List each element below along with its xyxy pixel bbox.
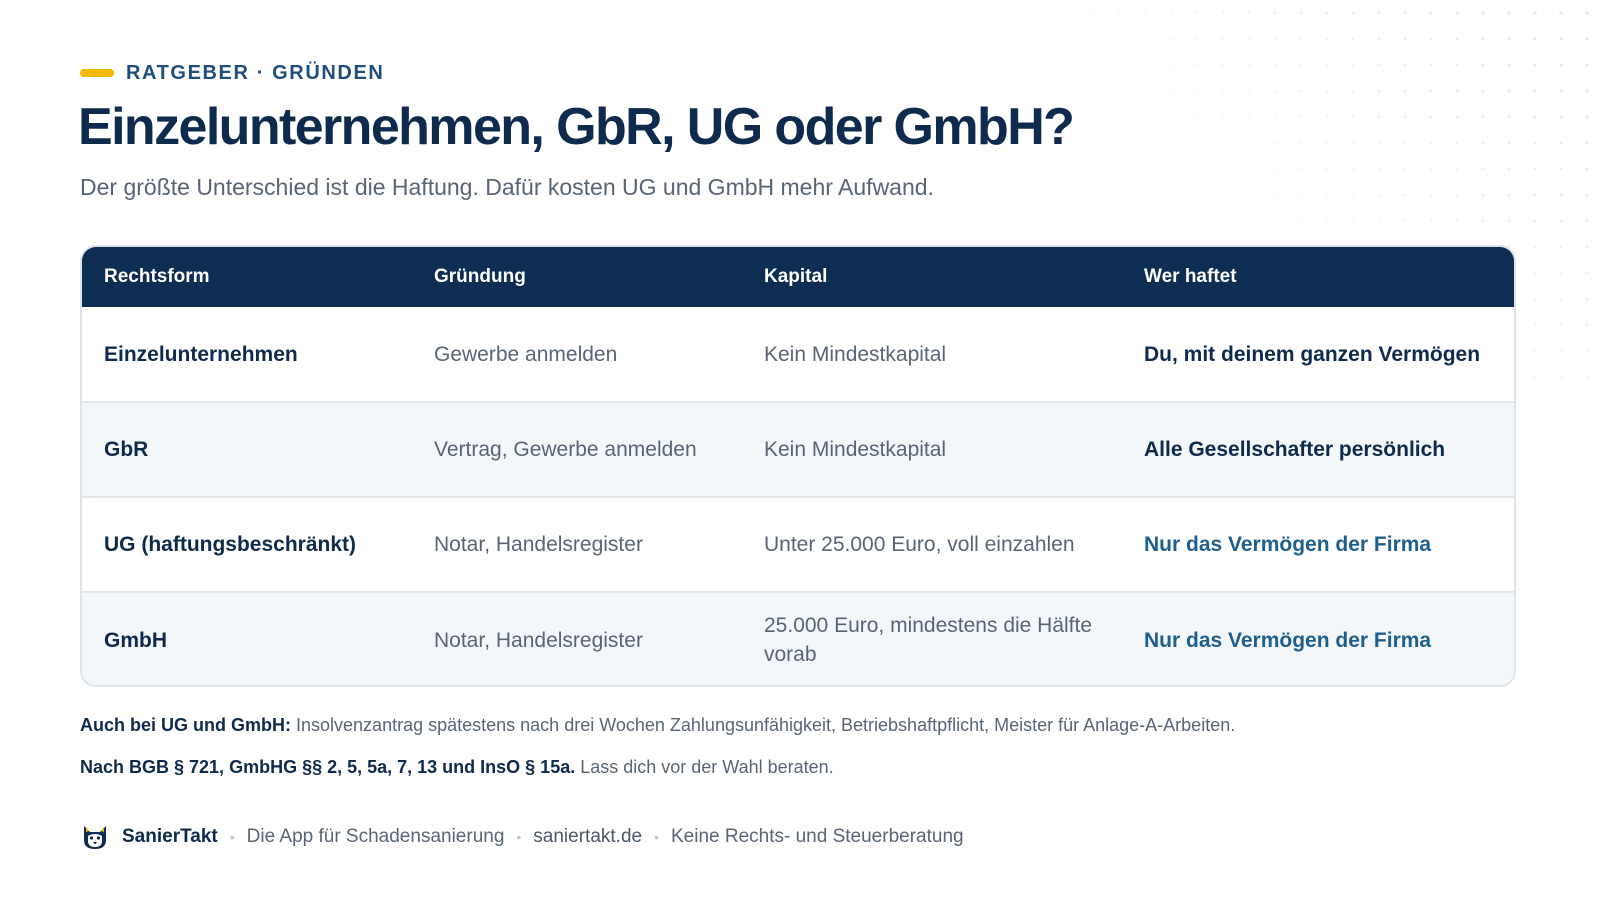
footer-separator: •	[654, 829, 659, 845]
footer: SanierTakt • Die App für Schadensanierun…	[80, 822, 964, 852]
footer-website-link[interactable]: saniertakt.de	[533, 826, 642, 848]
column-header-kapital: Kapital	[764, 266, 828, 287]
table-row: Einzelunternehmen Gewerbe anmelden Kein …	[82, 307, 1514, 402]
table-row: UG (haftungsbeschränkt) Notar, Handelsre…	[82, 496, 1514, 592]
eyebrow-label: RATGEBER · GRÜNDEN	[126, 61, 385, 84]
cell-gruendung: Vertrag, Gewerbe anmelden	[412, 401, 742, 497]
cell-rechtsform: Einzelunternehmen	[104, 342, 298, 366]
footnote-requirements-lead: Auch bei UG und GmbH:	[80, 715, 291, 735]
cell-gruendung: Notar, Handelsregister	[412, 496, 742, 592]
footer-tagline: Die App für Schadensanierung	[246, 826, 505, 847]
footnote-legal-sources: Nach BGB § 721, GmbHG §§ 2, 5, 5a, 7, 13…	[80, 757, 834, 778]
eyebrow: RATGEBER · GRÜNDEN	[80, 60, 384, 86]
footnote-requirements: Auch bei UG und GmbH: Insolvenzantrag sp…	[80, 715, 1235, 736]
cell-haftung: Alle Gesellschafter persönlich	[1122, 401, 1514, 497]
cell-kapital: Kein Mindestkapital	[764, 342, 947, 366]
husky-logo-icon	[84, 826, 106, 849]
cell-rechtsform: GbR	[82, 401, 412, 497]
column-header-gruendung: Gründung	[434, 266, 526, 287]
footer-separator: •	[516, 829, 522, 845]
cell-kapital: Kein Mindestkapital	[742, 401, 1122, 497]
cell-haftung: Nur das Vermögen der Firma	[1122, 496, 1514, 592]
table-header-row: Rechtsform Gründung Kapital Wer haftet	[82, 247, 1514, 307]
cell-rechtsform: UG (haftungsbeschränkt)	[82, 496, 412, 592]
column-header-wer-haftet: Wer haftet	[1144, 266, 1237, 287]
table-row: GmbH Notar, Handelsregister 25.000 Euro,…	[82, 591, 1514, 685]
cell-rechtsform: GmbH	[82, 591, 412, 685]
table-row: GbR Vertrag, Gewerbe anmelden Kein Minde…	[82, 401, 1514, 497]
page-subtitle: Der größte Unterschied ist die Haftung. …	[80, 174, 934, 200]
footnote-legal-sources-lead: Nach BGB § 721, GmbHG §§ 2, 5, 5a, 7, 13…	[80, 757, 576, 777]
cell-gruendung: Gewerbe anmelden	[434, 342, 618, 366]
cell-haftung: Du, mit deinem ganzen Vermögen	[1144, 342, 1481, 366]
footer-disclaimer: Keine Rechts- und Steuerberatung	[671, 826, 964, 847]
footer-brand-name: SanierTakt	[122, 826, 218, 847]
page-title: Einzelunternehmen, GbR, UG oder GmbH?	[78, 98, 1075, 156]
footer-separator: •	[229, 829, 235, 845]
column-header-rechtsform: Rechtsform	[104, 266, 210, 287]
eyebrow-accent-bar	[80, 69, 114, 77]
cell-kapital: 25.000 Euro, mindestens die Hälfte vorab	[742, 591, 1122, 685]
footnote-requirements-text: Insolvenzantrag spätestens nach drei Woc…	[296, 715, 1236, 735]
cell-kapital: Unter 25.000 Euro, voll einzahlen	[742, 496, 1122, 592]
cell-haftung: Nur das Vermögen der Firma	[1122, 591, 1514, 685]
cell-gruendung: Notar, Handelsregister	[412, 591, 742, 685]
comparison-table: Rechtsform Gründung Kapital Wer haftet E…	[82, 247, 1514, 685]
comparison-table-card: Rechtsform Gründung Kapital Wer haftet E…	[80, 245, 1516, 687]
footnote-legal-sources-text: Lass dich vor der Wahl beraten.	[580, 757, 834, 777]
